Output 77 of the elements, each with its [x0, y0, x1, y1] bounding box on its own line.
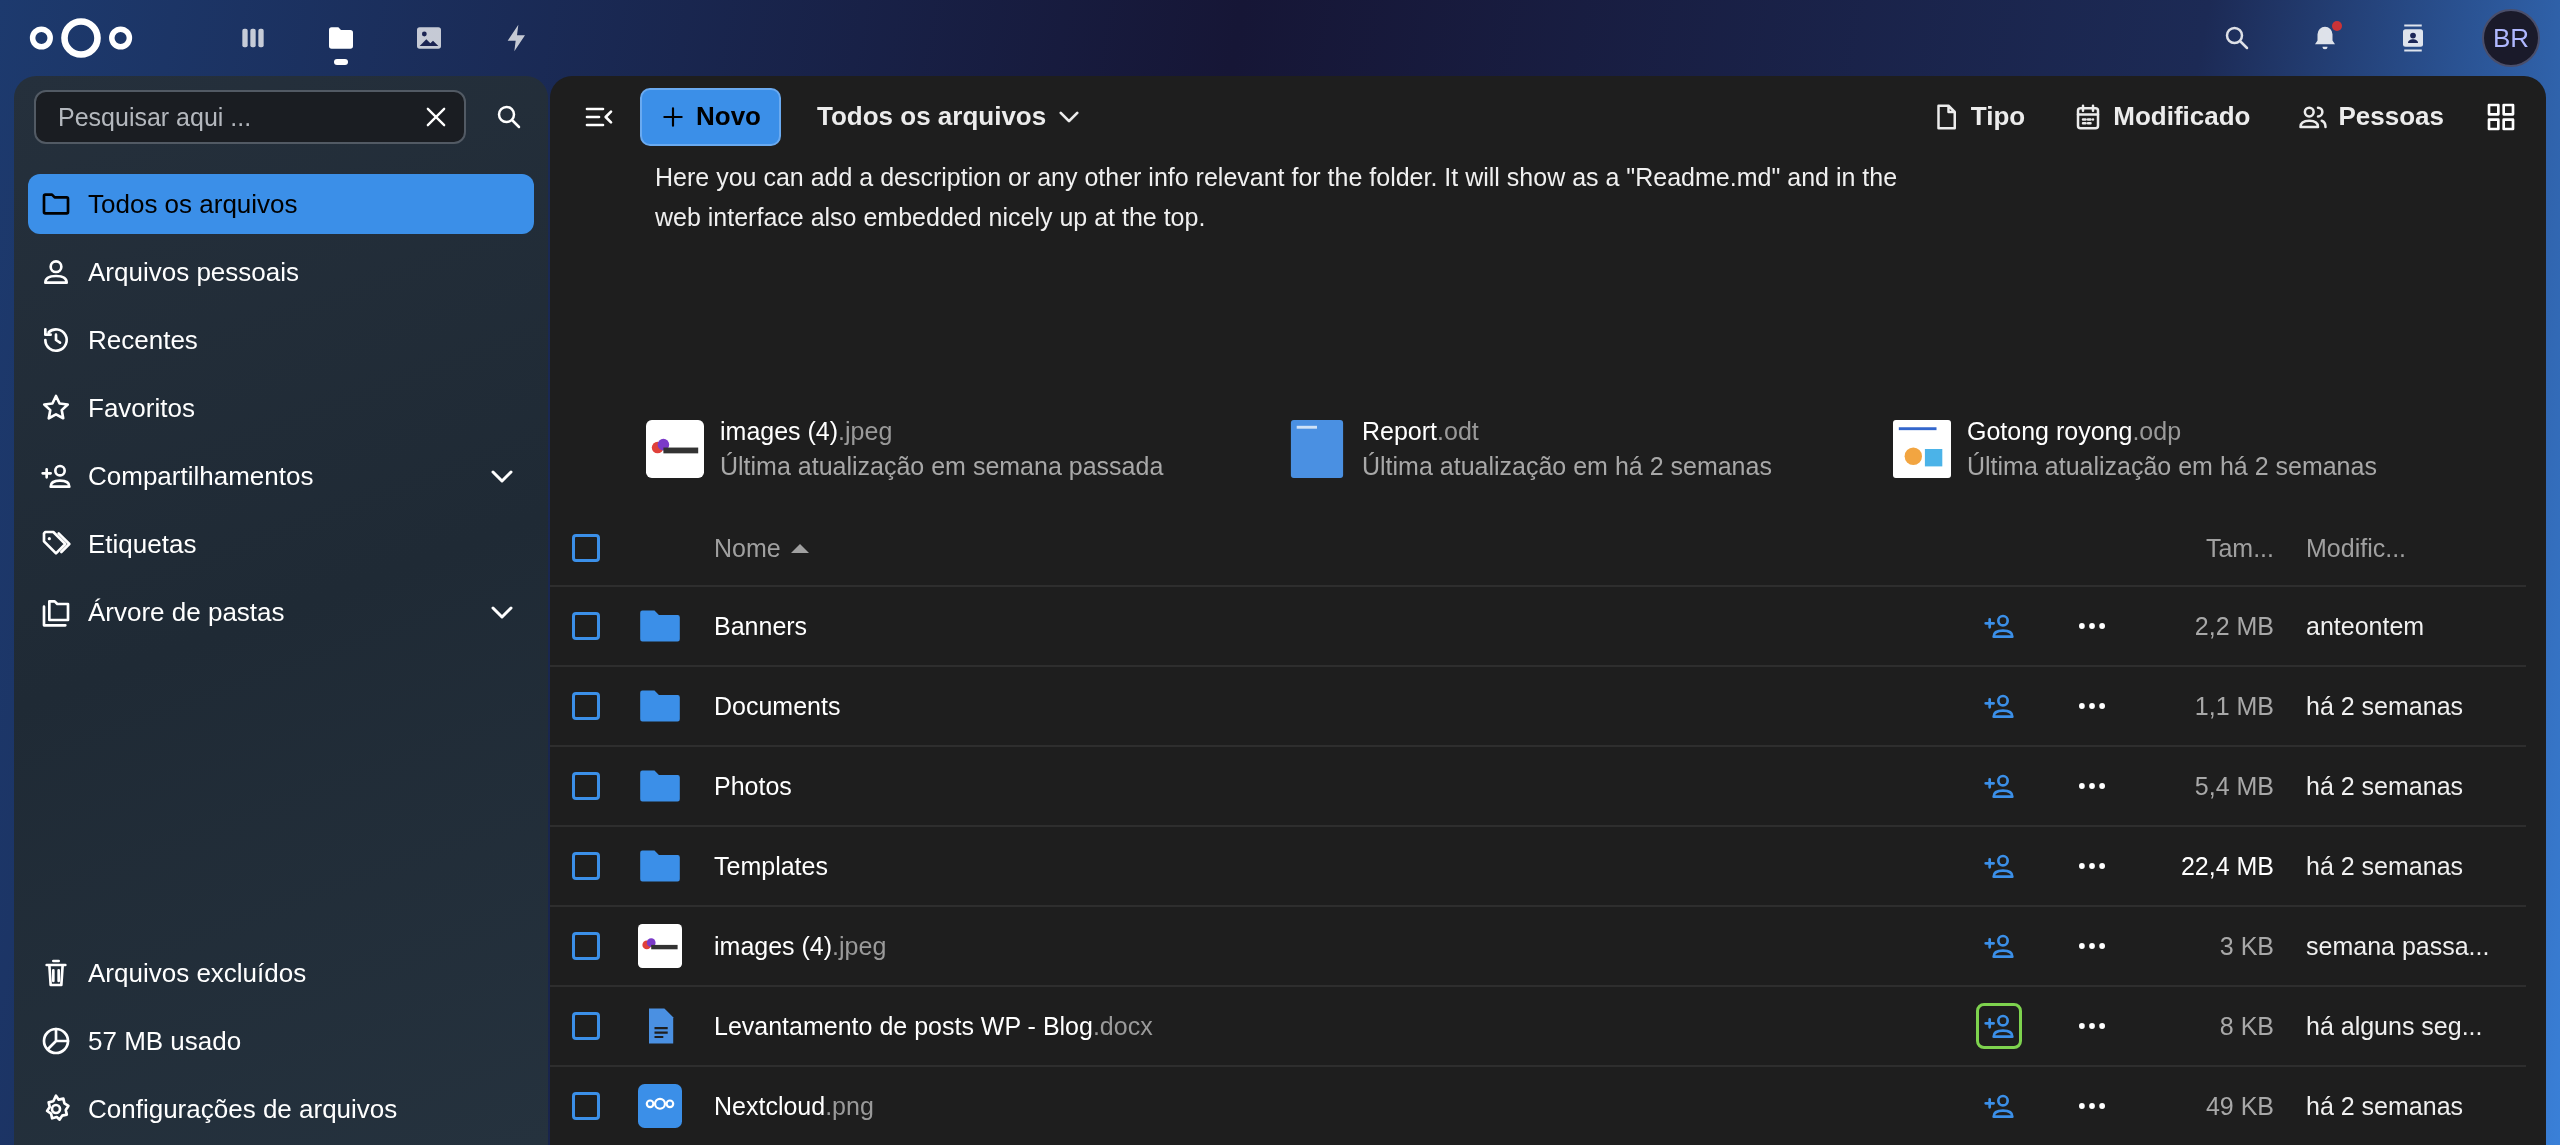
file-name: Templates — [714, 851, 829, 881]
nav-item[interactable]: Árvore de pastas — [28, 582, 534, 642]
search-field[interactable]: Pesquisar aqui ... — [34, 90, 466, 144]
column-header[interactable]: Modific... — [2306, 533, 2407, 563]
image-thumbnail — [638, 1084, 682, 1128]
more-icon — [2079, 623, 2105, 629]
unread-dot — [2332, 21, 2342, 31]
file-name: images (4).jpeg — [720, 417, 894, 446]
file-size: 1,1 MB — [2194, 691, 2274, 721]
last-updated: Última atualização em há 2 semanas — [1362, 452, 1772, 481]
nav-item[interactable]: Recentes — [28, 310, 534, 370]
search-input[interactable]: Pesquisar aqui ... — [56, 101, 422, 133]
chevron-down-icon — [1058, 109, 1081, 124]
file-size: 49 KB — [2205, 1091, 2274, 1121]
file-name: Banners — [714, 611, 809, 641]
nav-item[interactable]: Arquivos pessoais — [28, 242, 534, 302]
last-updated: Última atualização em há 2 semanas — [1967, 452, 2377, 481]
slide-thumbnail — [1893, 420, 1951, 478]
more-icon — [2079, 1103, 2105, 1109]
filter-button[interactable]: Pessoas — [2282, 101, 2460, 132]
file-name: Nextcloud.png — [714, 1091, 875, 1121]
new-button[interactable]: Novo — [640, 87, 781, 146]
modified-date: há 2 semanas — [2306, 691, 2465, 721]
nav-item[interactable]: 57 MB usado — [28, 1011, 534, 1071]
modified-date: há 2 semanas — [2306, 851, 2465, 881]
file-name: Report.odt — [1362, 417, 1480, 446]
row-checkbox[interactable] — [572, 1012, 600, 1040]
modified-date: há 2 semanas — [2306, 771, 2465, 801]
row-checkbox[interactable] — [572, 1092, 600, 1120]
column-header[interactable]: Nome — [714, 533, 809, 563]
folder-description: Here you can add a description or any other info relevant for the folder. It will show as a "Readme.md" and in the web interface also embedded nicely up at the top. — [655, 162, 1899, 233]
more-icon — [2079, 783, 2105, 789]
modified-date: há alguns seg... — [2306, 1011, 2484, 1041]
modified-date: há 2 semanas — [2306, 1091, 2465, 1121]
row-checkbox[interactable] — [572, 772, 600, 800]
file-size: 5,4 MB — [2194, 771, 2274, 801]
user-avatar[interactable]: BR — [2482, 9, 2540, 67]
row-checkbox[interactable] — [572, 612, 600, 640]
document-thumbnail — [1288, 420, 1346, 478]
nav-item[interactable]: Compartilhamentos — [28, 446, 534, 506]
file-size: 3 KB — [2219, 931, 2274, 961]
row-checkbox[interactable] — [572, 692, 600, 720]
filter-button[interactable]: Tipo — [1914, 101, 2042, 132]
nav-item[interactable]: Favoritos — [28, 378, 534, 438]
active-indicator — [334, 59, 348, 65]
row-checkbox[interactable] — [572, 852, 600, 880]
modified-date: anteontem — [2306, 611, 2426, 641]
filter-button[interactable]: Modificado — [2057, 101, 2267, 132]
chevron-down-icon — [490, 604, 514, 620]
nav-item[interactable]: Etiquetas — [28, 514, 534, 574]
modified-date: semana passa... — [2306, 931, 2491, 961]
pie-chart-icon — [40, 1025, 72, 1057]
image-thumbnail — [646, 420, 704, 478]
file-size: 8 KB — [2219, 1011, 2274, 1041]
breadcrumb[interactable]: Todos os arquivos — [797, 101, 1101, 132]
row-checkbox[interactable] — [572, 932, 600, 960]
nav-item[interactable]: Todos os arquivos — [28, 174, 534, 234]
image-thumbnail — [638, 924, 682, 968]
last-updated: Última atualização em semana passada — [720, 452, 1164, 481]
more-icon — [2079, 1023, 2105, 1029]
file-name: Documents — [714, 691, 842, 721]
file-name: Levantamento de posts WP - Blog.docx — [714, 1011, 1154, 1041]
file-size: 22,4 MB — [2180, 851, 2274, 881]
sort-ascending-icon — [790, 543, 809, 553]
more-icon — [2079, 943, 2105, 949]
more-icon — [2079, 703, 2105, 709]
more-icon — [2079, 863, 2105, 869]
chevron-down-icon — [490, 468, 514, 484]
select-all-checkbox[interactable] — [572, 534, 600, 562]
file-name: images (4).jpeg — [714, 931, 888, 961]
share-button[interactable] — [1976, 1003, 2022, 1049]
file-name: Photos — [714, 771, 793, 801]
nav-item[interactable]: Configurações de arquivos — [28, 1079, 534, 1139]
nav-item[interactable]: Arquivos excluídos — [28, 943, 534, 1003]
file-name: Gotong royong.odp — [1967, 417, 2183, 446]
column-header[interactable]: Tam... — [2205, 533, 2274, 563]
file-size: 2,2 MB — [2194, 611, 2274, 641]
